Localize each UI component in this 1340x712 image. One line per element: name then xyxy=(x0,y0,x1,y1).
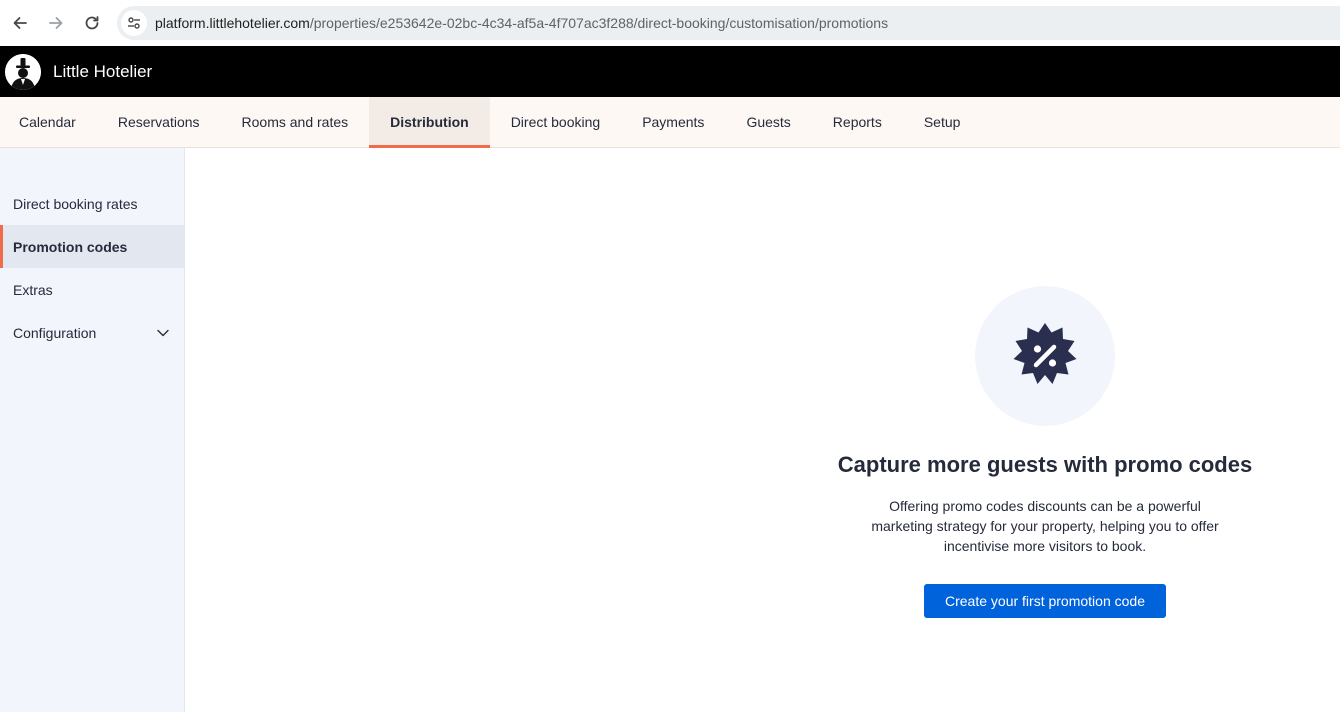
hotelier-logo-icon[interactable] xyxy=(5,53,41,90)
arrow-left-icon xyxy=(13,17,27,29)
nav-setup[interactable]: Setup xyxy=(903,97,982,147)
sidebar-item-label: Promotion codes xyxy=(13,238,128,255)
main-navigation: Calendar Reservations Rooms and rates Di… xyxy=(0,97,1340,148)
empty-state: Capture more guests with promo codes Off… xyxy=(825,286,1265,618)
url-text: platform.littlehotelier.com/properties/e… xyxy=(155,15,888,31)
sidebar: Direct booking rates Promotion codes Ext… xyxy=(0,148,185,712)
sidebar-item-label: Direct booking rates xyxy=(13,195,138,212)
nav-rooms-and-rates[interactable]: Rooms and rates xyxy=(221,97,370,147)
empty-state-title: Capture more guests with promo codes xyxy=(837,452,1253,477)
address-bar[interactable]: platform.littlehotelier.com/properties/e… xyxy=(117,6,1340,40)
reload-button[interactable] xyxy=(74,5,110,41)
empty-state-illustration xyxy=(975,286,1115,426)
nav-calendar[interactable]: Calendar xyxy=(0,97,97,147)
main-content: Capture more guests with promo codes Off… xyxy=(185,148,1340,712)
nav-direct-booking[interactable]: Direct booking xyxy=(490,97,622,147)
chevron-down-icon xyxy=(157,329,169,336)
sidebar-item-extras[interactable]: Extras xyxy=(0,268,184,311)
app-title: Little Hotelier xyxy=(53,61,153,81)
empty-state-description: Offering promo codes discounts can be a … xyxy=(871,498,1219,554)
browser-toolbar: platform.littlehotelier.com/properties/e… xyxy=(0,0,1340,46)
sidebar-item-direct-booking-rates[interactable]: Direct booking rates xyxy=(0,182,184,225)
nav-reports[interactable]: Reports xyxy=(812,97,903,147)
url-path: /properties/e253642e-02bc-4c34-af5a-4f70… xyxy=(309,15,889,31)
arrow-right-icon xyxy=(49,17,63,29)
site-info-button[interactable] xyxy=(121,10,147,36)
sidebar-item-label: Extras xyxy=(13,281,53,298)
forward-button[interactable] xyxy=(38,5,74,41)
back-button[interactable] xyxy=(2,5,38,41)
nav-payments[interactable]: Payments xyxy=(621,97,725,147)
sidebar-item-label: Configuration xyxy=(13,324,97,341)
nav-reservations[interactable]: Reservations xyxy=(97,97,221,147)
reload-icon xyxy=(85,16,99,30)
tune-icon xyxy=(128,17,140,29)
nav-guests[interactable]: Guests xyxy=(725,97,811,147)
discount-badge-icon xyxy=(1013,323,1077,384)
nav-distribution[interactable]: Distribution xyxy=(369,97,490,148)
url-host: platform.littlehotelier.com xyxy=(155,15,310,31)
create-promotion-code-button[interactable]: Create your first promotion code xyxy=(924,584,1166,618)
app-header: Little Hotelier xyxy=(0,46,1340,97)
sidebar-item-promotion-codes[interactable]: Promotion codes xyxy=(0,225,184,268)
sidebar-item-configuration[interactable]: Configuration xyxy=(0,311,184,354)
